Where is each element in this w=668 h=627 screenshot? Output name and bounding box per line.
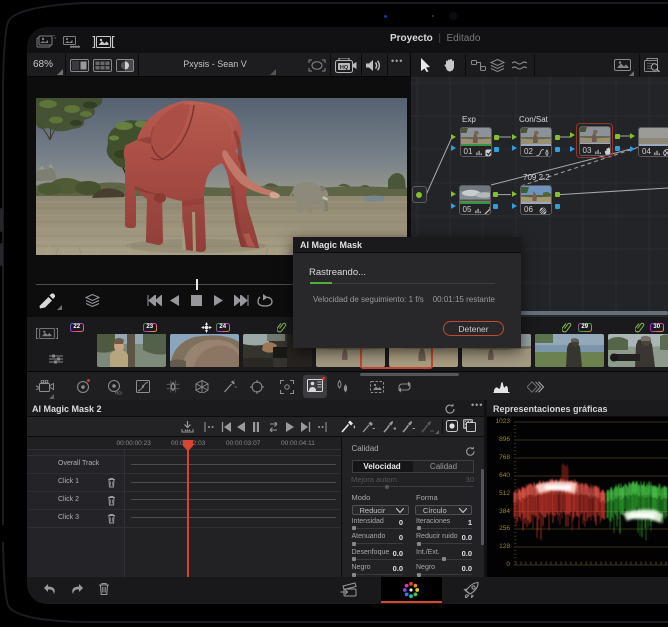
svg-text:HDR: HDR [115, 391, 122, 396]
svg-text:HQ: HQ [340, 65, 349, 71]
